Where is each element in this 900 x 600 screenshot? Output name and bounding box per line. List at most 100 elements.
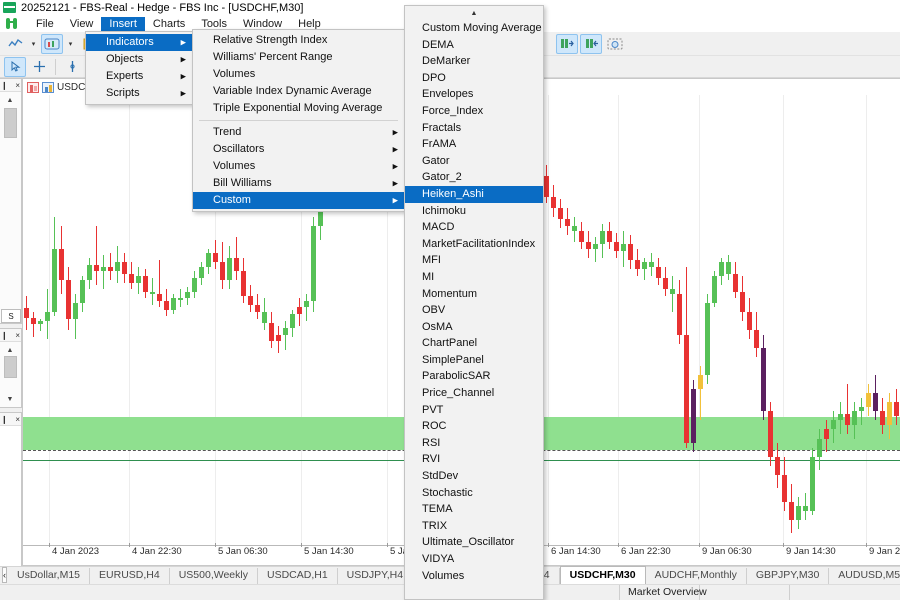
custom-menu-item-trix[interactable]: TRIX: [405, 518, 543, 535]
indicators-menu-popup[interactable]: Relative Strength Index Williams' Percent…: [192, 29, 405, 212]
custom-menu-item-simplepanel[interactable]: SimplePanel: [405, 352, 543, 369]
custom-menu-item-marketfacilitationindex[interactable]: MarketFacilitationIndex: [405, 236, 543, 253]
custom-menu-item-gator[interactable]: Gator: [405, 153, 543, 170]
indicators-menu-item-variable-index-dynamic-average[interactable]: Variable Index Dynamic Average: [193, 83, 404, 100]
candlestick-chart-dropdown-arrow[interactable]: ▾: [65, 34, 76, 54]
custom-menu-item-roc[interactable]: ROC: [405, 418, 543, 435]
chart-tabs-scroll-left[interactable]: ‹: [2, 567, 7, 583]
menu-charts[interactable]: Charts: [145, 17, 193, 32]
crosshair-tool[interactable]: [28, 57, 50, 77]
custom-menu-item-dpo[interactable]: DPO: [405, 70, 543, 87]
scroll-up-icon[interactable]: ▲: [3, 344, 17, 356]
chart-tab-usdjpy-h4[interactable]: USDJPY,H4: [337, 568, 414, 584]
scroll-up-icon[interactable]: ▲: [405, 6, 543, 20]
custom-menu-item-ichimoku[interactable]: Ichimoku: [405, 203, 543, 220]
indicators-menu-item-williams-percent-range[interactable]: Williams' Percent Range: [193, 49, 404, 66]
line-chart-icon[interactable]: [4, 34, 26, 54]
cursor-tool[interactable]: [4, 56, 26, 77]
indicators-menu-item-volumes[interactable]: Volumes ▶: [193, 158, 404, 175]
indicators-menu-item-triple-exponential-moving-average[interactable]: Triple Exponential Moving Average: [193, 100, 404, 117]
custom-menu-item-gator-2[interactable]: Gator_2: [405, 169, 543, 186]
custom-menu-item-stochastic[interactable]: Stochastic: [405, 485, 543, 502]
indicators-menu-item-oscillators[interactable]: Oscillators ▶: [193, 141, 404, 158]
custom-menu-item-parabolicsar[interactable]: ParabolicSAR: [405, 368, 543, 385]
custom-menu-item-obv[interactable]: OBV: [405, 302, 543, 319]
custom-menu-item-mi[interactable]: MI: [405, 269, 543, 286]
indicators-menu-item-volumes[interactable]: Volumes: [193, 66, 404, 83]
scrollbar-thumb[interactable]: [4, 356, 17, 378]
data-window-icon[interactable]: [27, 81, 39, 93]
custom-menu-item-ultimate-oscillator[interactable]: Ultimate_Oscillator: [405, 534, 543, 551]
chart-gridline: [699, 95, 700, 545]
chart-tab-gbpjpy-m30[interactable]: GBPJPY,M30: [746, 568, 830, 584]
panel-scroll[interactable]: ▲ ▼: [0, 92, 21, 323]
custom-menu-item-macd[interactable]: MACD: [405, 219, 543, 236]
candle-body: [775, 456, 780, 475]
indicators-menu-item-relative-strength-index[interactable]: Relative Strength Index: [193, 32, 404, 49]
scrollbar-thumb[interactable]: [4, 108, 17, 138]
chart-tab-us500-weekly[interactable]: US500,Weekly: [169, 568, 258, 584]
custom-menu-item-tema[interactable]: TEMA: [405, 501, 543, 518]
custom-menu-item-pvt[interactable]: PVT: [405, 402, 543, 419]
scroll-down-icon[interactable]: ▼: [3, 393, 17, 405]
custom-menu-item-frama[interactable]: FrAMA: [405, 136, 543, 153]
panel-scroll[interactable]: ▲ ▼: [0, 342, 21, 407]
chart-tab-audchf-monthly[interactable]: AUDCHF,Monthly: [645, 568, 747, 584]
custom-menu-item-mfi[interactable]: MFI: [405, 252, 543, 269]
vertical-line-tool[interactable]: [61, 57, 83, 77]
insert-menu-item-experts[interactable]: Experts ▶: [86, 68, 192, 85]
chart-tab-eurusd-h4[interactable]: EURUSD,H4: [90, 568, 170, 584]
market-watch-panel[interactable]: ❙ × ▲ ▼ S: [0, 78, 22, 324]
close-icon[interactable]: ×: [15, 331, 20, 340]
chart-window-icon[interactable]: [42, 81, 54, 93]
custom-menu-item-vidya[interactable]: VIDYA: [405, 551, 543, 568]
custom-menu-item-heiken-ashi[interactable]: Heiken_Ashi: [405, 185, 543, 203]
insert-menu-item-scripts[interactable]: Scripts ▶: [86, 85, 192, 102]
screenshot-icon[interactable]: [604, 34, 626, 54]
custom-menu-item-dema[interactable]: DEMA: [405, 37, 543, 54]
panel-tab-symbols[interactable]: S: [1, 309, 21, 323]
status-cell-market-overview[interactable]: Market Overview: [620, 585, 707, 600]
shift-left-icon[interactable]: [580, 33, 602, 54]
candlestick-chart-icon[interactable]: [41, 33, 63, 54]
chart-tab-audusd-m5[interactable]: AUDUSD,M5: [829, 568, 900, 584]
panel-body[interactable]: [0, 426, 21, 583]
pin-icon[interactable]: ❙: [1, 81, 8, 90]
custom-menu-item-envelopes[interactable]: Envelopes: [405, 86, 543, 103]
custom-menu-item-chartpanel[interactable]: ChartPanel: [405, 335, 543, 352]
custom-menu-item-price-channel[interactable]: Price_Channel: [405, 385, 543, 402]
navigator-panel[interactable]: ❙ × ▲ ▼: [0, 328, 22, 408]
custom-menu-item-rvi[interactable]: RVI: [405, 451, 543, 468]
indicators-menu-item-bill-williams[interactable]: Bill Williams ▶: [193, 175, 404, 192]
candle-body: [31, 317, 36, 324]
insert-menu-item-indicators[interactable]: Indicators ▶: [86, 34, 192, 51]
pin-icon[interactable]: ❙: [1, 415, 8, 424]
close-icon[interactable]: ×: [15, 81, 20, 90]
menu-view[interactable]: View: [62, 17, 102, 32]
close-icon[interactable]: ×: [15, 415, 20, 424]
custom-menu-item-stddev[interactable]: StdDev: [405, 468, 543, 485]
scroll-up-icon[interactable]: ▲: [3, 94, 17, 106]
line-chart-dropdown-arrow[interactable]: ▾: [28, 34, 39, 54]
pin-icon[interactable]: ❙: [1, 331, 8, 340]
menu-insert[interactable]: Insert: [101, 16, 145, 32]
insert-menu-item-objects[interactable]: Objects ▶: [86, 51, 192, 68]
custom-menu-item-force-index[interactable]: Force_Index: [405, 103, 543, 120]
indicators-menu-item-trend[interactable]: Trend ▶: [193, 124, 404, 141]
chart-tab-usdcad-h1[interactable]: USDCAD,H1: [257, 568, 338, 584]
chart-tab-usdollar-m15[interactable]: UsDollar,M15: [8, 568, 91, 584]
custom-menu-item-osma[interactable]: OsMA: [405, 319, 543, 336]
custom-menu-item-rsi[interactable]: RSI: [405, 435, 543, 452]
shift-right-icon[interactable]: [556, 33, 578, 54]
menu-file[interactable]: File: [28, 17, 62, 32]
terminal-panel[interactable]: ❙ ×: [0, 412, 22, 584]
custom-menu-item-demarker[interactable]: DeMarker: [405, 53, 543, 70]
custom-menu-item-momentum[interactable]: Momentum: [405, 286, 543, 303]
chart-tab-usdchf-m30[interactable]: USDCHF,M30: [559, 566, 646, 584]
custom-menu-item-fractals[interactable]: Fractals: [405, 120, 543, 137]
insert-menu-popup[interactable]: Indicators ▶ Objects ▶ Experts ▶ Scripts ▶: [85, 31, 193, 105]
custom-menu-item-volumes[interactable]: Volumes: [405, 568, 543, 585]
custom-menu-item-custom-moving-average[interactable]: Custom Moving Average: [405, 20, 543, 37]
indicators-menu-item-custom[interactable]: Custom ▶: [193, 192, 404, 209]
custom-indicators-menu-popup[interactable]: ▲ Custom Moving Average DEMA DeMarker DPO En…: [404, 5, 544, 600]
